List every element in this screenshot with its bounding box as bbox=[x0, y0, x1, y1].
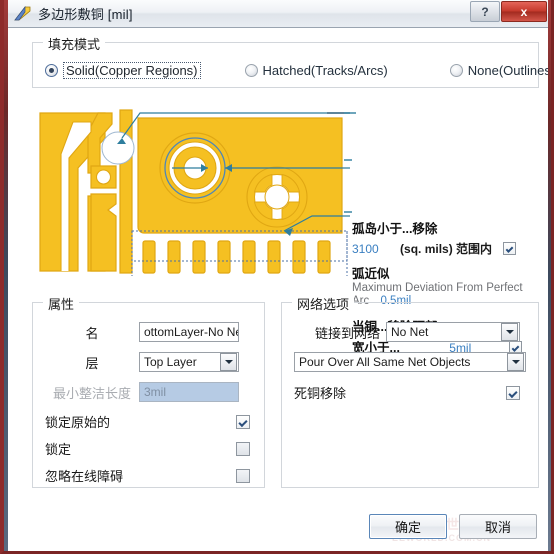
polygon-pour-dialog: 多边形敷铜 [mil] ? x 填充模式 Solid(Copper Region… bbox=[0, 0, 554, 554]
pour-over-select[interactable]: Pour Over All Same Net Objects bbox=[294, 352, 526, 372]
radio-hatched-indicator bbox=[244, 63, 258, 77]
lower-panels: 属性 名 ottomLayer-No Net 层 Top Layer 最小整洁长… bbox=[32, 294, 539, 489]
chevron-down-icon[interactable] bbox=[507, 353, 524, 371]
radio-solid-indicator bbox=[45, 63, 58, 77]
pour-over-value: Pour Over All Same Net Objects bbox=[299, 355, 471, 369]
properties-group-title: 属性 bbox=[43, 294, 80, 313]
min-primitive-row: 最小整洁长度 3mil bbox=[33, 379, 264, 405]
radio-none-outlines-only[interactable]: None(Outlines Only) bbox=[449, 62, 551, 78]
fill-mode-group: 填充模式 Solid(Copper Regions) Hatched(Track… bbox=[32, 34, 551, 88]
radio-hatched-tracks-arcs[interactable]: Hatched(Tracks/Arcs) bbox=[244, 62, 388, 78]
layer-select-value: Top Layer bbox=[144, 355, 197, 369]
copper-pour-illustration: 孤岛小于...移除 3100 (sq. mils) 范围内 弧近似 Maximu… bbox=[12, 98, 543, 355]
island-area-value[interactable]: 3100 bbox=[352, 242, 379, 256]
locked-label: 锁定 bbox=[45, 442, 72, 457]
window-title: 多边形敷铜 [mil] bbox=[38, 7, 133, 22]
fill-mode-group-title: 填充模式 bbox=[43, 34, 106, 53]
name-input[interactable]: ottomLayer-No Net bbox=[139, 322, 239, 342]
locked-row[interactable]: 锁定 bbox=[33, 435, 264, 462]
island-removal-row: 3100 (sq. mils) 范围内 bbox=[352, 240, 517, 257]
radio-none-indicator bbox=[449, 63, 463, 77]
chevron-down-icon[interactable] bbox=[501, 323, 518, 341]
island-removal-checkbox[interactable] bbox=[503, 242, 517, 255]
radio-hatched-label: Hatched(Tracks/Arcs) bbox=[262, 62, 388, 78]
ignore-violations-checkbox[interactable] bbox=[236, 468, 250, 483]
connect-to-net-label: 链接到网络 bbox=[314, 325, 380, 341]
net-options-group: 网络选项 链接到网络 No Net Pour Over All Same Net… bbox=[281, 294, 539, 488]
lock-primitives-row[interactable]: 锁定原始的 bbox=[33, 408, 264, 435]
remove-dead-copper-label: 死铜移除 bbox=[294, 386, 347, 401]
island-removal-heading: 孤岛小于...移除 bbox=[352, 222, 438, 236]
net-options-group-title: 网络选项 bbox=[292, 294, 355, 313]
lock-primitives-checkbox[interactable] bbox=[236, 414, 250, 429]
min-primitive-label: 最小整洁长度 bbox=[52, 385, 131, 401]
remove-dead-copper-row[interactable]: 死铜移除 bbox=[282, 379, 538, 406]
arc-approx-desc-line1: Maximum Deviation From Perfect bbox=[352, 282, 523, 294]
dialog-client-area: 填充模式 Solid(Copper Regions) Hatched(Track… bbox=[4, 28, 551, 551]
chevron-down-icon[interactable] bbox=[220, 353, 237, 371]
locked-checkbox[interactable] bbox=[236, 441, 250, 456]
annotation-island-removal: 孤岛小于...移除 3100 (sq. mils) 范围内 bbox=[352, 218, 517, 257]
radio-solid-copper-regions[interactable]: Solid(Copper Regions) bbox=[45, 61, 201, 79]
title-bar: 多边形敷铜 [mil] ? x bbox=[4, 0, 551, 28]
radio-solid-label: Solid(Copper Regions) bbox=[63, 61, 201, 79]
properties-group: 属性 名 ottomLayer-No Net 层 Top Layer 最小整洁长… bbox=[32, 294, 265, 489]
connect-to-net-row: 链接到网络 No Net bbox=[282, 319, 538, 345]
pour-over-row: Pour Over All Same Net Objects bbox=[282, 349, 538, 375]
name-row: 名 ottomLayer-No Net bbox=[33, 319, 264, 345]
pcb-copper-diagram bbox=[39, 109, 356, 276]
min-primitive-input: 3mil bbox=[139, 382, 239, 402]
ignore-violations-label: 忽略在线障碍 bbox=[45, 469, 124, 484]
ok-button[interactable]: 确定 bbox=[369, 514, 447, 539]
polygon-pour-icon bbox=[14, 5, 31, 20]
cancel-button[interactable]: 取消 bbox=[459, 514, 537, 539]
layer-row: 层 Top Layer bbox=[33, 349, 264, 375]
lock-primitives-label: 锁定原始的 bbox=[45, 415, 111, 430]
dialog-footer: 确定 取消 bbox=[369, 514, 537, 539]
radio-none-label: None(Outlines Only) bbox=[467, 62, 551, 78]
ignore-violations-row[interactable]: 忽略在线障碍 bbox=[33, 462, 264, 489]
help-button[interactable]: ? bbox=[470, 1, 500, 22]
connect-to-net-value: No Net bbox=[391, 325, 429, 339]
connect-to-net-select[interactable]: No Net bbox=[386, 322, 520, 342]
name-label: 名 bbox=[85, 325, 99, 341]
window-controls: ? x bbox=[469, 1, 547, 22]
layer-label: 层 bbox=[85, 355, 99, 371]
arc-approx-heading: 弧近似 bbox=[352, 267, 390, 281]
remove-dead-copper-checkbox[interactable] bbox=[506, 385, 520, 400]
island-area-unit: (sq. mils) 范围内 bbox=[400, 242, 493, 256]
close-button[interactable]: x bbox=[501, 1, 547, 22]
layer-select[interactable]: Top Layer bbox=[139, 352, 239, 372]
